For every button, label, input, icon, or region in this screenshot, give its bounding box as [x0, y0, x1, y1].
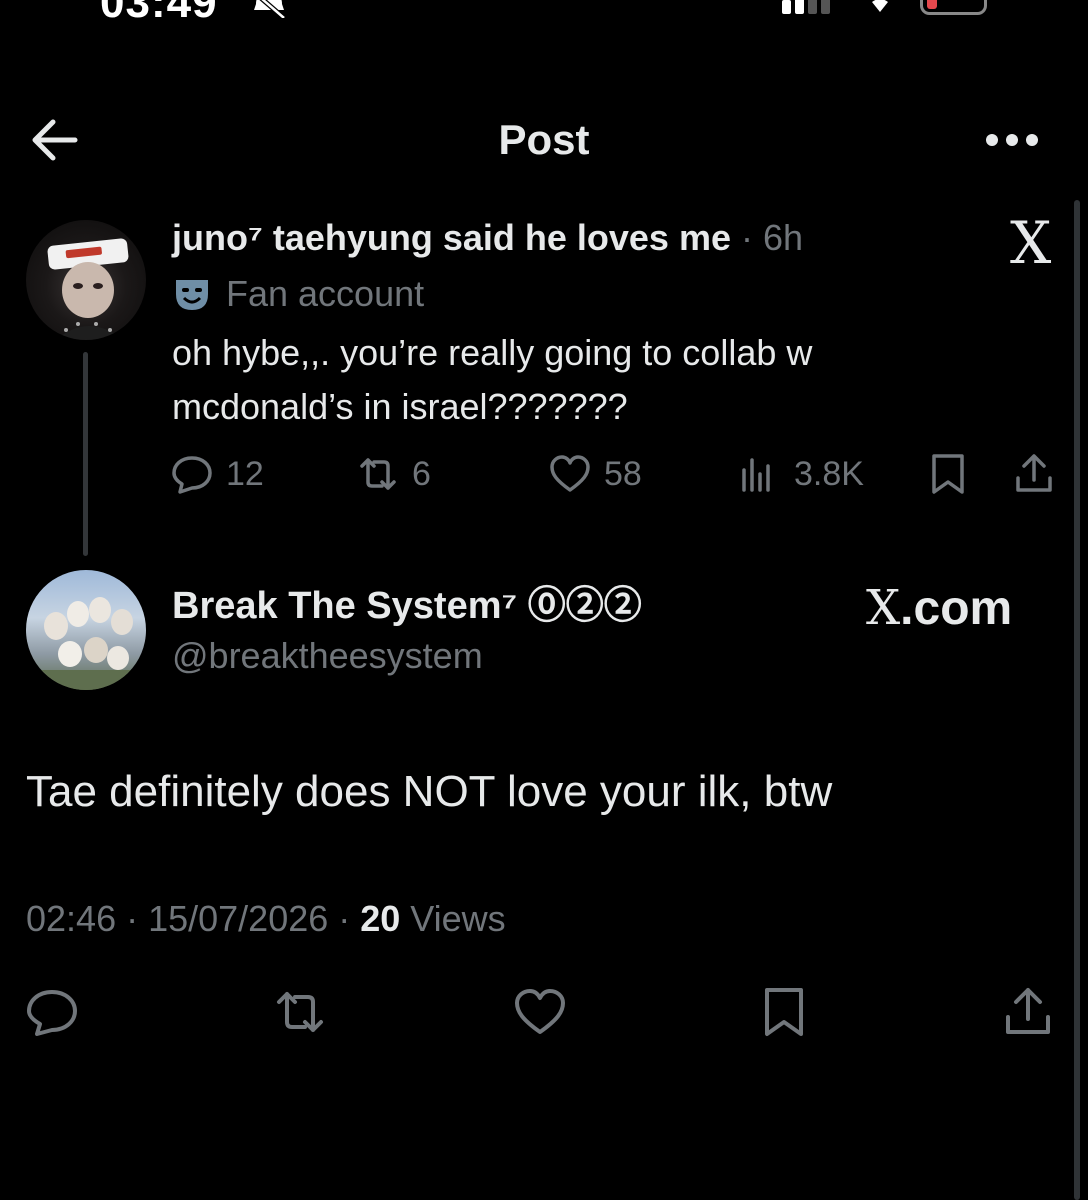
main-author-avatar[interactable] — [26, 570, 146, 690]
parent-author-line: juno⁷ taehyung said he loves me · 6h — [172, 214, 803, 262]
more-dots-icon — [986, 134, 1038, 146]
scrollbar[interactable] — [1074, 200, 1080, 1200]
like-count: 58 — [604, 454, 642, 493]
main-repost-button[interactable] — [270, 982, 330, 1042]
wifi-icon — [872, 0, 888, 12]
x-logo-icon: X — [866, 580, 901, 636]
parent-timestamp[interactable]: 6h — [763, 217, 803, 258]
repost-icon — [360, 458, 396, 490]
reply-button[interactable]: 12 — [170, 446, 264, 502]
x-logo-icon: X — [1010, 209, 1052, 277]
reply-count: 12 — [226, 454, 264, 493]
reply-icon — [172, 456, 212, 494]
avatar-photo — [47, 238, 129, 340]
reply-icon — [27, 990, 77, 1036]
main-share-button[interactable] — [998, 982, 1058, 1042]
page-title: Post — [498, 116, 590, 163]
theater-mask-icon — [176, 280, 208, 310]
status-bar-time: 03:49 — [100, 0, 218, 27]
bell-off-icon — [254, 0, 286, 18]
parent-author-name[interactable]: juno⁷ taehyung said he loves me — [172, 217, 731, 258]
parent-text-line-2: mcdonald’s in israel??????? — [172, 386, 628, 427]
bookmark-icon — [932, 454, 964, 494]
main-action-bar — [22, 982, 1062, 1042]
analytics-icon — [742, 458, 770, 492]
more-button[interactable] — [980, 118, 1044, 162]
views-count-bold: 20 — [360, 898, 401, 939]
views-count: 3.8K — [794, 454, 864, 493]
heart-icon — [550, 455, 590, 492]
like-button[interactable]: 58 — [548, 446, 642, 502]
heart-icon — [515, 989, 565, 1034]
fan-account-text: Fan account — [226, 273, 425, 314]
views-button[interactable]: 3.8K — [738, 446, 864, 502]
main-author-handle[interactable]: @breaktheesystem — [172, 634, 483, 678]
share-button[interactable] — [1012, 446, 1056, 502]
parent-text-line-1: oh hybe,,. you’re really going to collab… — [172, 332, 813, 373]
bookmark-button[interactable] — [926, 446, 970, 502]
main-bookmark-button[interactable] — [754, 982, 814, 1042]
parent-author-avatar[interactable] — [26, 220, 146, 340]
fan-account-label: Fan account — [172, 272, 424, 316]
separator-dot: · — [741, 217, 753, 258]
tweet-meta: 02:46 · 15/07/2026 · 20 Views — [26, 895, 506, 943]
tweet-timestamp[interactable]: 02:46 · 15/07/2026 · — [26, 898, 360, 939]
share-icon — [1006, 988, 1050, 1034]
parent-tweet-text: oh hybe,,. you’re really going to collab… — [172, 326, 1032, 434]
main-author-name[interactable]: Break The System⁷ ⓪②② — [172, 582, 642, 630]
battery-icon — [920, 0, 987, 15]
main-like-button[interactable] — [510, 982, 570, 1042]
main-tweet-text: Tae definitely does NOT love your ilk, b… — [26, 767, 833, 816]
group-photo — [26, 597, 146, 690]
thread-connector — [83, 352, 88, 556]
main-reply-button[interactable] — [22, 982, 82, 1042]
views-label[interactable]: Views — [400, 898, 505, 939]
repost-icon — [277, 992, 323, 1032]
x-com-suffix: .com — [900, 582, 1013, 635]
repost-count: 6 — [412, 454, 431, 493]
signal-icon — [782, 0, 830, 14]
repost-button[interactable]: 6 — [356, 446, 431, 502]
x-com-watermark: X.com — [866, 580, 1012, 637]
bookmark-icon — [765, 988, 803, 1036]
parent-action-bar: 12 6 58 3.8K — [170, 446, 1070, 502]
share-icon — [1016, 454, 1052, 492]
